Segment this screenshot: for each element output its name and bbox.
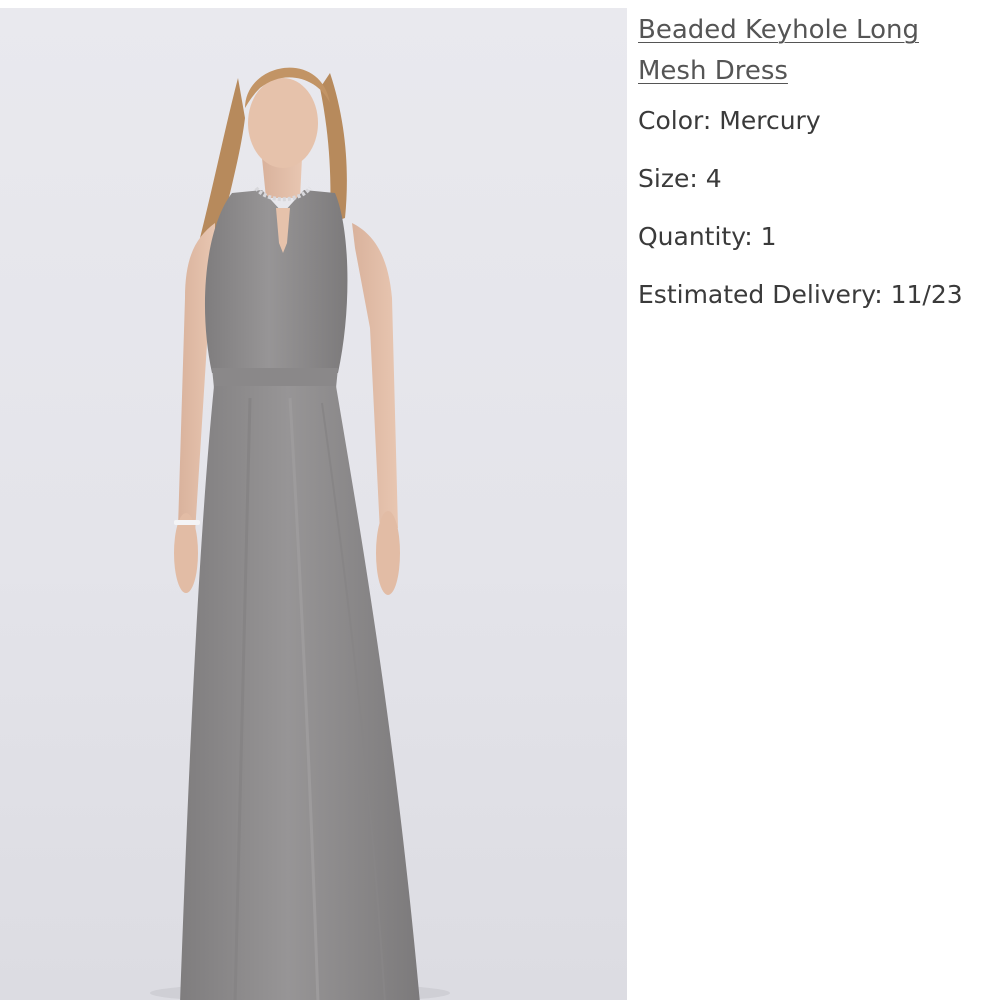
product-title-link[interactable]: Beaded Keyhole Long Mesh Dress [638,10,978,92]
product-details: Beaded Keyhole Long Mesh Dress Color: Mer… [638,10,1000,310]
color-label: Color: [638,106,712,135]
delivery-attribute: Estimated Delivery: 11/23 [638,280,1000,310]
product-image[interactable] [0,8,627,1000]
delivery-label: Estimated Delivery: [638,280,883,309]
model-photo-illustration [150,67,450,1000]
color-attribute: Color: Mercury [638,106,1000,136]
delivery-value: 11/23 [890,280,963,309]
order-item-card: Beaded Keyhole Long Mesh Dress Color: Mer… [0,0,1000,1000]
quantity-attribute: Quantity: 1 [638,222,1000,252]
color-value: Mercury [719,106,821,135]
quantity-label: Quantity: [638,222,753,251]
quantity-value: 1 [760,222,777,251]
size-value: 4 [705,164,722,193]
size-label: Size: [638,164,698,193]
size-attribute: Size: 4 [638,164,1000,194]
